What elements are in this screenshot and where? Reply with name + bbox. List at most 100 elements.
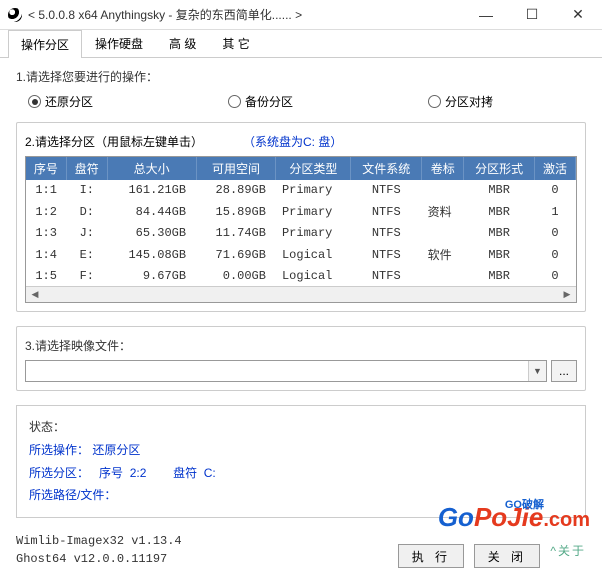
cell-seq: 1:2 bbox=[26, 200, 66, 223]
table-row[interactable]: 1:4E:145.08GB71.69GBLogicalNTFS软件MBR0 bbox=[26, 243, 576, 266]
table-row[interactable]: 1:2D:84.44GB15.89GBPrimaryNTFS资料MBR1 bbox=[26, 200, 576, 223]
cell-fs: NTFS bbox=[351, 266, 422, 286]
cell-free: 0.00GB bbox=[196, 266, 276, 286]
column-header[interactable]: 卷标 bbox=[422, 157, 464, 180]
partition-group: 2.请选择分区（用鼠标左键单击） （系统盘为C: 盘） 序号盘符总大小可用空间分… bbox=[16, 122, 586, 312]
scroll-right-icon[interactable]: ▶ bbox=[560, 289, 574, 301]
cell-size: 145.08GB bbox=[107, 243, 196, 266]
about-link[interactable]: ^关于 bbox=[550, 542, 586, 559]
column-header[interactable]: 分区形式 bbox=[464, 157, 535, 180]
tab-disk-ops[interactable]: 操作硬盘 bbox=[82, 29, 156, 57]
column-header[interactable]: 序号 bbox=[26, 157, 66, 180]
status-seq-value: 2:2 bbox=[130, 466, 147, 480]
column-header[interactable]: 文件系统 bbox=[351, 157, 422, 180]
cell-label bbox=[422, 180, 464, 200]
image-path-combo[interactable]: ▼ bbox=[25, 360, 547, 382]
titlebar: < 5.0.0.8 x64 Anythingsky - 复杂的东西简单化....… bbox=[0, 0, 602, 30]
cell-seq: 1:4 bbox=[26, 243, 66, 266]
status-op-key: 所选操作： bbox=[29, 439, 89, 462]
column-header[interactable]: 可用空间 bbox=[196, 157, 276, 180]
cell-label bbox=[422, 266, 464, 286]
status-drv-value: C: bbox=[204, 466, 216, 480]
cell-ptype: Primary bbox=[276, 200, 351, 223]
cell-size: 65.30GB bbox=[107, 223, 196, 243]
system-disk-hint: （系统盘为C: 盘） bbox=[243, 133, 342, 150]
column-header[interactable]: 盘符 bbox=[66, 157, 107, 180]
cell-drv: D: bbox=[66, 200, 107, 223]
status-path-key: 所选路径/文件： bbox=[29, 484, 116, 507]
tab-other[interactable]: 其 它 bbox=[209, 29, 262, 57]
cell-size: 161.21GB bbox=[107, 180, 196, 200]
cell-ptype: Logical bbox=[276, 243, 351, 266]
image-group: 3.请选择映像文件： ▼ ... bbox=[16, 326, 586, 391]
chevron-down-icon[interactable]: ▼ bbox=[528, 361, 546, 381]
cell-free: 28.89GB bbox=[196, 180, 276, 200]
cell-drv: E: bbox=[66, 243, 107, 266]
cell-drv: J: bbox=[66, 223, 107, 243]
cell-drv: I: bbox=[66, 180, 107, 200]
browse-button[interactable]: ... bbox=[551, 360, 577, 382]
cell-scheme: MBR bbox=[464, 223, 535, 243]
cell-fs: NTFS bbox=[351, 243, 422, 266]
cell-scheme: MBR bbox=[464, 200, 535, 223]
cell-scheme: MBR bbox=[464, 266, 535, 286]
radio-icon bbox=[228, 95, 241, 108]
cell-fs: NTFS bbox=[351, 200, 422, 223]
cell-active: 1 bbox=[535, 200, 576, 223]
radio-clone[interactable]: 分区对拷 bbox=[428, 93, 493, 110]
cell-free: 71.69GB bbox=[196, 243, 276, 266]
cell-free: 11.74GB bbox=[196, 223, 276, 243]
partition-table[interactable]: 序号盘符总大小可用空间分区类型文件系统卷标分区形式激活 1:1I:161.21G… bbox=[25, 156, 577, 303]
radio-label: 备份分区 bbox=[245, 93, 293, 110]
status-header: 状态： bbox=[29, 416, 573, 439]
close-button[interactable]: ✕ bbox=[562, 3, 594, 27]
radio-backup[interactable]: 备份分区 bbox=[228, 93, 428, 110]
app-icon bbox=[8, 8, 22, 22]
cell-active: 0 bbox=[535, 223, 576, 243]
status-panel: 状态： 所选操作： 还原分区 所选分区： 序号 2:2 盘符 C: 所选路径/文… bbox=[16, 405, 586, 518]
tab-partition-ops[interactable]: 操作分区 bbox=[8, 30, 82, 58]
cell-label: 资料 bbox=[422, 200, 464, 223]
radio-label: 分区对拷 bbox=[445, 93, 493, 110]
cell-ptype: Primary bbox=[276, 223, 351, 243]
cell-fs: NTFS bbox=[351, 223, 422, 243]
table-row[interactable]: 1:5F:9.67GB0.00GBLogicalNTFSMBR0 bbox=[26, 266, 576, 286]
status-drv-key: 盘符 bbox=[173, 466, 197, 480]
table-row[interactable]: 1:1I:161.21GB28.89GBPrimaryNTFSMBR0 bbox=[26, 180, 576, 200]
cell-ptype: Logical bbox=[276, 266, 351, 286]
cell-fs: NTFS bbox=[351, 180, 422, 200]
execute-button[interactable]: 执 行 bbox=[398, 544, 464, 568]
close-app-button[interactable]: 关 闭 bbox=[474, 544, 540, 568]
radio-icon bbox=[428, 95, 441, 108]
radio-restore[interactable]: 还原分区 bbox=[28, 93, 228, 110]
status-part-key: 所选分区： bbox=[29, 462, 89, 485]
minimize-button[interactable]: — bbox=[470, 3, 502, 27]
cell-active: 0 bbox=[535, 266, 576, 286]
cell-active: 0 bbox=[535, 180, 576, 200]
status-op-value: 还原分区 bbox=[92, 443, 140, 457]
column-header[interactable]: 总大小 bbox=[107, 157, 196, 180]
cell-seq: 1:1 bbox=[26, 180, 66, 200]
status-seq-key: 序号 bbox=[99, 466, 123, 480]
cell-seq: 1:5 bbox=[26, 266, 66, 286]
table-row[interactable]: 1:3J:65.30GB11.74GBPrimaryNTFSMBR0 bbox=[26, 223, 576, 243]
cell-drv: F: bbox=[66, 266, 107, 286]
tab-bar: 操作分区 操作硬盘 高 级 其 它 bbox=[0, 30, 602, 58]
cell-ptype: Primary bbox=[276, 180, 351, 200]
section1-label: 1.请选择您要进行的操作： bbox=[16, 68, 586, 85]
column-header[interactable]: 激活 bbox=[535, 157, 576, 180]
scroll-left-icon[interactable]: ◀ bbox=[28, 289, 42, 301]
tab-advanced[interactable]: 高 级 bbox=[156, 29, 209, 57]
window-title: < 5.0.0.8 x64 Anythingsky - 复杂的东西简单化....… bbox=[28, 6, 470, 23]
cell-label: 软件 bbox=[422, 243, 464, 266]
column-header[interactable]: 分区类型 bbox=[276, 157, 351, 180]
version-line-2: Ghost64 v12.0.0.11197 bbox=[16, 550, 398, 568]
maximize-button[interactable]: ☐ bbox=[516, 3, 548, 27]
version-block: Wimlib-Imagex32 v1.13.4 Ghost64 v12.0.0.… bbox=[16, 532, 398, 568]
horizontal-scrollbar[interactable]: ◀ ▶ bbox=[26, 286, 576, 302]
version-line-1: Wimlib-Imagex32 v1.13.4 bbox=[16, 532, 398, 550]
radio-icon bbox=[28, 95, 41, 108]
section2-label: 2.请选择分区（用鼠标左键单击） bbox=[25, 133, 203, 150]
radio-label: 还原分区 bbox=[45, 93, 93, 110]
cell-size: 84.44GB bbox=[107, 200, 196, 223]
